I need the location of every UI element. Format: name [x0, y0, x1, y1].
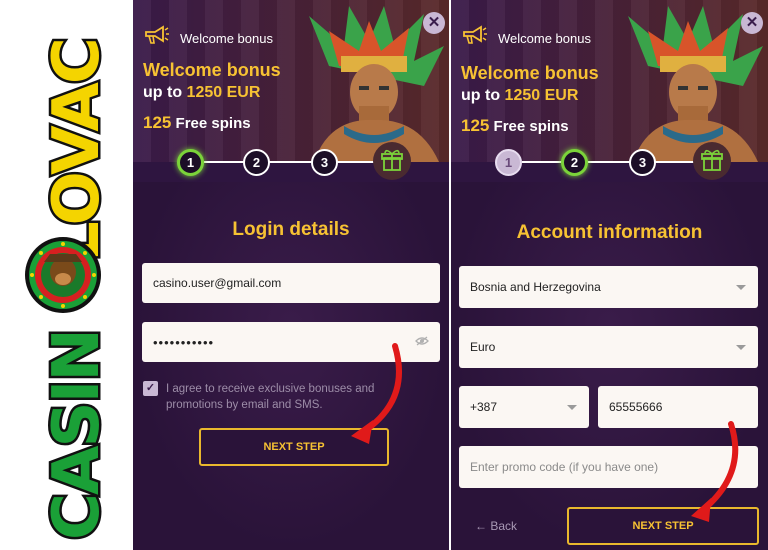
step-1: 1	[177, 149, 204, 176]
step-3: 3	[629, 149, 656, 176]
free-spins-label: Free spins	[175, 115, 251, 132]
step-2: 2	[561, 149, 588, 176]
password-value: •••••••••••	[153, 334, 215, 350]
free-spins-count: 125	[143, 113, 172, 132]
consent-checkbox[interactable]: ✓	[143, 381, 158, 396]
chevron-down-icon	[736, 285, 746, 290]
svg-text:CASIN: CASIN	[40, 330, 114, 540]
svg-text:LOVAC: LOVAC	[40, 39, 114, 262]
bonus-amount: up to 1250 EUR	[461, 87, 578, 105]
red-arrow-annotation	[691, 421, 739, 522]
section-title: Login details	[232, 219, 350, 240]
country-select[interactable]: Bosnia and Herzegovina	[459, 266, 758, 308]
close-button[interactable]: ✕	[423, 12, 445, 34]
progress-steps: 1 2 3	[451, 142, 768, 182]
close-icon: ✕	[745, 14, 759, 31]
registration-step-1-panel: Welcome bonus Welcome bonus up to 1250 E…	[133, 0, 449, 550]
check-icon: ✓	[145, 382, 156, 394]
megaphone-icon	[463, 25, 487, 44]
email-value: casino.user@gmail.com	[153, 276, 282, 290]
back-label: Back	[490, 519, 518, 533]
welcome-bonus-banner: Welcome bonus Welcome bonus up to 1250 E…	[133, 0, 449, 162]
phone-value: 65555666	[609, 400, 663, 414]
progress-steps: 1 2 3	[133, 142, 449, 182]
phone-code-select[interactable]: +387	[459, 386, 589, 428]
megaphone-icon	[145, 25, 169, 44]
gift-step	[373, 142, 411, 180]
bonus-amount-value: 1250 EUR	[186, 84, 261, 101]
free-spins: 125 Free spins	[143, 113, 251, 133]
close-icon: ✕	[427, 14, 441, 31]
gift-icon	[381, 149, 403, 171]
currency-value: Euro	[470, 340, 496, 354]
casino-lovac-logo-graphic: LOVAC CASIN	[25, 37, 117, 543]
eye-icon[interactable]	[415, 336, 429, 346]
gift-step	[693, 142, 731, 180]
free-spins: 125 Free spins	[461, 116, 569, 136]
promo-code-placeholder: Enter promo code (if you have one)	[470, 460, 659, 474]
back-button[interactable]: ← Back	[475, 519, 517, 533]
welcome-bonus-title: Welcome bonus	[143, 60, 281, 80]
gift-icon	[701, 149, 723, 171]
bonus-amount: up to 1250 EUR	[143, 84, 260, 102]
welcome-bonus-title: Welcome bonus	[461, 63, 599, 83]
step-2: 2	[243, 149, 270, 176]
welcome-bonus-label: Welcome bonus	[498, 31, 591, 46]
arrow-left-icon: ←	[475, 519, 487, 533]
bonus-amount-prefix: up to	[461, 87, 501, 104]
step-3: 3	[311, 149, 338, 176]
email-field[interactable]: casino.user@gmail.com	[142, 263, 440, 303]
casino-lovac-logo: LOVAC CASIN	[0, 0, 133, 550]
step-1: 1	[495, 149, 522, 176]
chevron-down-icon	[567, 405, 577, 410]
phone-code-value: +387	[470, 400, 498, 414]
currency-select[interactable]: Euro	[459, 326, 758, 368]
chevron-down-icon	[736, 345, 746, 350]
country-value: Bosnia and Herzegovina	[470, 280, 601, 294]
free-spins-label: Free spins	[493, 118, 569, 135]
section-title: Account information	[516, 222, 703, 243]
bonus-amount-prefix: up to	[143, 84, 183, 101]
registration-step-2-panel: Welcome bonus Welcome bonus up to 1250 E…	[449, 0, 768, 550]
close-button[interactable]: ✕	[741, 12, 763, 34]
bonus-amount-value: 1250 EUR	[504, 87, 579, 104]
welcome-bonus-label: Welcome bonus	[180, 31, 273, 46]
welcome-bonus-banner: Welcome bonus Welcome bonus up to 1250 E…	[451, 0, 768, 162]
red-arrow-annotation	[351, 343, 402, 444]
free-spins-count: 125	[461, 116, 490, 135]
